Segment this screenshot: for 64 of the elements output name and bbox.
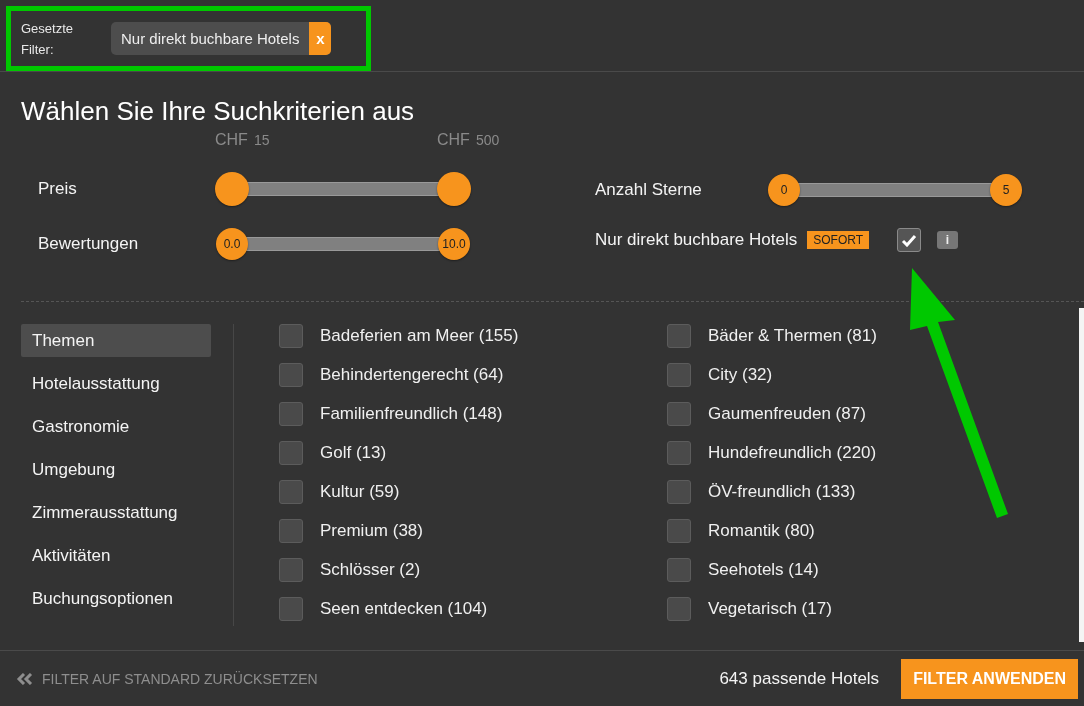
- option-label: Schlösser (2): [320, 560, 421, 580]
- criterion-label: Bewertungen: [38, 234, 140, 254]
- scrollbar[interactable]: [1079, 308, 1084, 642]
- category-tab[interactable]: Zimmerausstattung: [21, 496, 211, 529]
- checkbox[interactable]: [279, 324, 303, 348]
- checkbox[interactable]: [667, 363, 691, 387]
- checkbox[interactable]: [667, 480, 691, 504]
- checkbox[interactable]: [897, 228, 921, 252]
- option-label: Premium (38): [320, 521, 423, 541]
- checkbox[interactable]: [667, 558, 691, 582]
- option-label: ÖV-freundlich (133): [708, 482, 856, 502]
- option-label: Seen entdecken (104): [320, 599, 488, 619]
- price-label: CHF 500: [437, 131, 500, 149]
- option-label: Gaumenfreuden (87): [708, 404, 866, 424]
- category-tab[interactable]: Themen: [21, 324, 211, 357]
- slider-handle[interactable]: 5: [990, 174, 1022, 206]
- range-slider[interactable]: 0.0 10.0: [215, 224, 471, 264]
- slider-handle[interactable]: [215, 172, 249, 206]
- checkbox[interactable]: [667, 441, 691, 465]
- slider-handle[interactable]: 10.0: [438, 228, 470, 260]
- checkbox[interactable]: [279, 441, 303, 465]
- checkbox[interactable]: [667, 597, 691, 621]
- option-label: Seehotels (14): [708, 560, 819, 580]
- option-label: Golf (13): [320, 443, 387, 463]
- check-icon: [901, 233, 917, 247]
- instant-badge: SOFORT: [807, 231, 869, 249]
- range-slider[interactable]: 0 5: [767, 170, 1023, 210]
- category-tab[interactable]: Gastronomie: [21, 410, 211, 443]
- category-tab[interactable]: Aktivitäten: [21, 539, 211, 572]
- option-label: Romantik (80): [708, 521, 815, 541]
- checkbox[interactable]: [279, 597, 303, 621]
- filters-label: Gesetzte Filter:: [21, 19, 75, 59]
- checkbox[interactable]: [279, 519, 303, 543]
- option-label: Bäder & Thermen (81): [708, 326, 877, 346]
- option-label: Badeferien am Meer (155): [320, 326, 519, 346]
- checkbox[interactable]: [667, 519, 691, 543]
- criterion-label: Anzahl Sterne: [595, 180, 703, 200]
- category-tab[interactable]: Buchungsoptionen: [21, 582, 211, 615]
- category-tab[interactable]: Umgebung: [21, 453, 211, 486]
- criterion-label: Nur direkt buchbare Hotels: [595, 230, 798, 250]
- price-label: CHF 15: [215, 131, 270, 149]
- chip-label: Nur direkt buchbare Hotels: [120, 30, 301, 47]
- checkbox[interactable]: [279, 402, 303, 426]
- option-label: Kultur (59): [320, 482, 400, 502]
- slider-handle[interactable]: 0: [768, 174, 800, 206]
- checkbox[interactable]: [667, 402, 691, 426]
- category-tab[interactable]: Hotelausstattung: [21, 367, 211, 400]
- slider-handle[interactable]: [437, 172, 471, 206]
- checkbox[interactable]: [279, 558, 303, 582]
- checkbox[interactable]: [279, 363, 303, 387]
- option-label: Hundefreundlich (220): [708, 443, 877, 463]
- option-label: Familienfreundlich (148): [320, 404, 503, 424]
- option-label: Behindertengerecht (64): [320, 365, 504, 385]
- option-label: Vegetarisch (17): [708, 599, 832, 619]
- option-label: City (32): [708, 365, 773, 385]
- slider-handle[interactable]: 0.0: [216, 228, 248, 260]
- double-chevron-icon: [16, 672, 34, 685]
- reset-link[interactable]: FILTER AUF STANDARD ZURÜCKSETZEN: [16, 670, 318, 687]
- info-button[interactable]: i: [937, 231, 958, 249]
- checkbox[interactable]: [279, 480, 303, 504]
- checkbox[interactable]: [667, 324, 691, 348]
- result-count: 643 passende Hotels: [719, 668, 880, 689]
- criterion-label: Preis: [38, 179, 78, 199]
- page-title: Wählen Sie Ihre Suchkriterien aus: [21, 96, 416, 127]
